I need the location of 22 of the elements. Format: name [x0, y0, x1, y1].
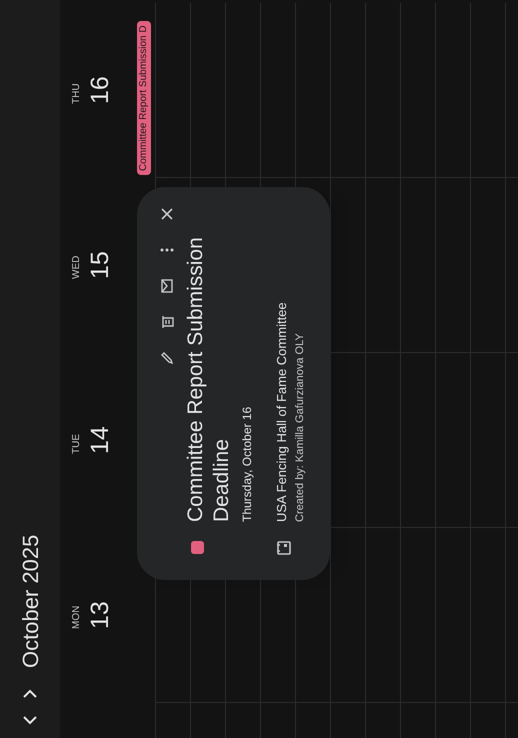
- calendar-name: USA Fencing Hall of Fame Committee: [273, 302, 290, 522]
- calendar-icon: [276, 540, 292, 556]
- day-number[interactable]: 14: [84, 426, 116, 454]
- envelope-icon: [160, 279, 174, 293]
- event-chip[interactable]: Committee Report Submission D: [137, 21, 151, 175]
- day-number[interactable]: 16: [84, 76, 116, 104]
- event-date: Thursday, October 16: [239, 406, 255, 522]
- more-icon: [160, 248, 174, 252]
- chevron-left-icon: [23, 715, 37, 725]
- chevron-right-icon: [23, 689, 37, 699]
- weekday-label: THU: [70, 83, 83, 104]
- weekday-label: MON: [70, 606, 83, 629]
- day-number[interactable]: 13: [84, 601, 116, 629]
- day-number[interactable]: 15: [84, 251, 116, 279]
- close-icon: [161, 208, 173, 220]
- pencil-icon: [160, 351, 174, 365]
- trash-icon: [160, 315, 174, 329]
- weekday-label: WED: [70, 256, 83, 279]
- month-title: October 2025: [16, 534, 44, 668]
- event-creator: Created by: Kamilla Gafurzianova OLY: [292, 332, 306, 522]
- event-title: Committee Report Submission Deadline: [183, 236, 234, 522]
- weekday-label: TUE: [70, 434, 83, 454]
